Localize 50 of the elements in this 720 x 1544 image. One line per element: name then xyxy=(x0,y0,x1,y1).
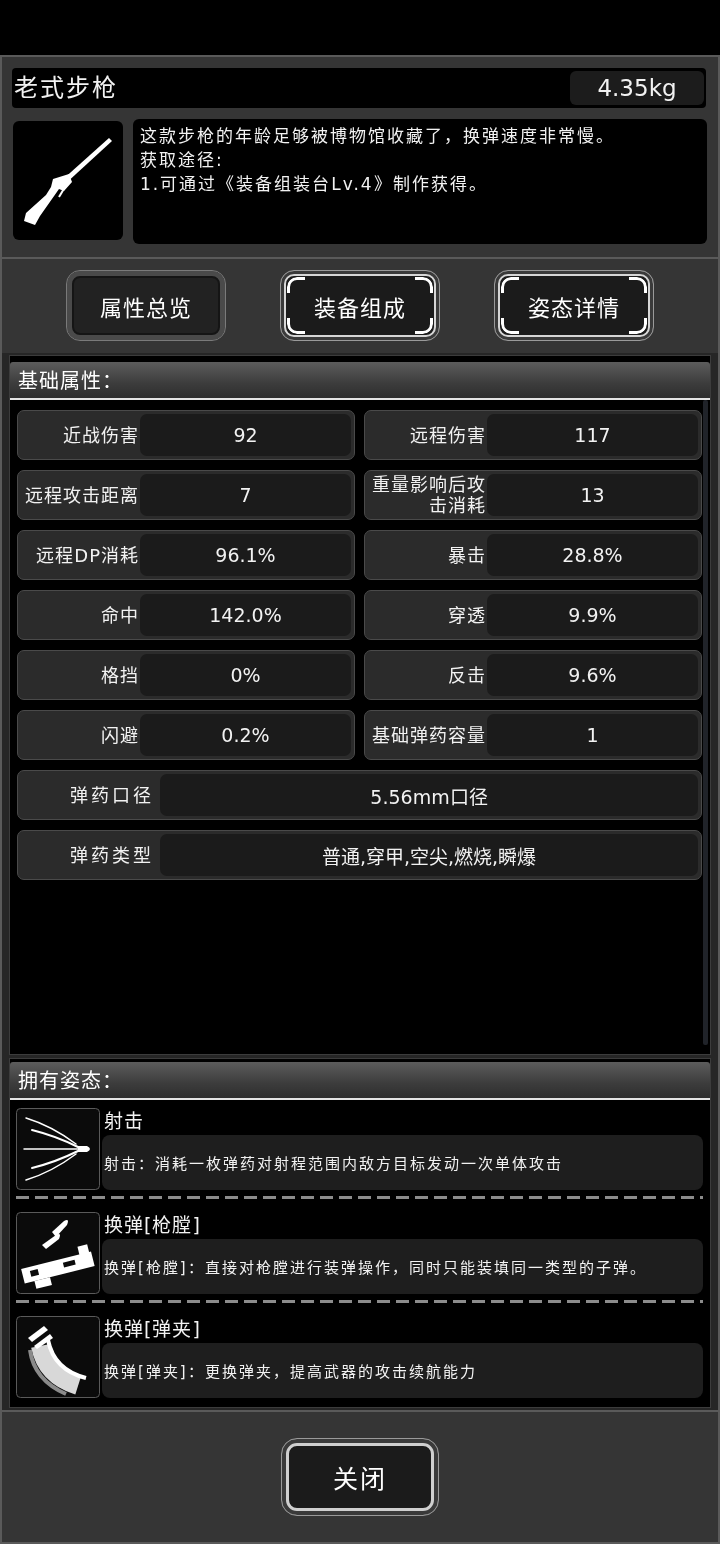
description-text: 1.可通过《装备组装台Lv.4》制作获得。 xyxy=(140,173,489,196)
description-text: 获取途径: xyxy=(140,149,225,172)
stat-value: 9.6% xyxy=(487,654,698,696)
tab[interactable]: 属性总览 xyxy=(66,270,226,341)
item-name: 老式步枪 xyxy=(14,73,118,103)
weight-value: 4.35kg xyxy=(570,71,704,105)
rifle-icon xyxy=(23,136,113,225)
stat-label: 暴击 xyxy=(447,543,487,568)
scrollbar[interactable] xyxy=(703,400,708,1045)
stance-description: 射击：消耗一枚弹药对射程范围内敌方目标发动一次单体攻击 xyxy=(102,1135,703,1190)
description-text: 这款步枪的年龄足够被博物馆收藏了，换弹速度非常慢。 xyxy=(140,125,616,148)
stat-value: 142.0% xyxy=(140,594,351,636)
stance-description: 换弹[弹夹]：更换弹夹，提高武器的攻击续航能力 xyxy=(102,1343,703,1398)
section-header: 拥有姿态： xyxy=(10,1062,710,1100)
stat-label: 近战伤害 xyxy=(62,423,140,448)
stat-label: 反击 xyxy=(447,663,487,688)
stat-label: 命中 xyxy=(100,603,140,628)
stat-label: 远程伤害 xyxy=(409,423,487,448)
stat-label: 远程DP消耗 xyxy=(35,543,140,568)
stat-value: 5.56mm口径 xyxy=(160,774,698,816)
stat-value: 9.9% xyxy=(487,594,698,636)
gun-receiver-icon xyxy=(16,1212,100,1294)
stat-value: 7 xyxy=(140,474,351,516)
stat-label: 穿透 xyxy=(447,603,487,628)
bullet-streaks-icon xyxy=(16,1108,100,1190)
stat-label: 重量影响后攻击消耗 xyxy=(371,474,487,516)
stat-value: 28.8% xyxy=(487,534,698,576)
close-button[interactable]: 关闭 xyxy=(281,1438,439,1516)
stat-value: 13 xyxy=(487,474,698,516)
stat-value: 1 xyxy=(487,714,698,756)
tab[interactable]: 姿态详情 xyxy=(494,270,654,341)
stat-value: 普通,穿甲,空尖,燃烧,瞬爆 xyxy=(160,834,698,876)
section-header: 基础属性： xyxy=(10,362,710,400)
stat-label: 闪避 xyxy=(100,723,140,748)
stat-label: 弹药类型 xyxy=(69,843,155,868)
stance-name: 换弹[弹夹] xyxy=(103,1317,202,1342)
magazine-icon xyxy=(16,1316,100,1398)
stat-value: 96.1% xyxy=(140,534,351,576)
stance-name: 射击 xyxy=(103,1109,145,1134)
stat-value: 117 xyxy=(487,414,698,456)
tab[interactable]: 装备组成 xyxy=(280,270,440,341)
stat-label: 格挡 xyxy=(100,663,140,688)
stance-name: 换弹[枪膛] xyxy=(103,1213,202,1238)
stat-label: 远程攻击距离 xyxy=(24,483,140,508)
stat-value: 0.2% xyxy=(140,714,351,756)
stat-value: 92 xyxy=(140,414,351,456)
stat-label: 弹药口径 xyxy=(69,783,155,808)
stat-label: 基础弹药容量 xyxy=(371,723,487,748)
stance-description: 换弹[枪膛]：直接对枪膛进行装弹操作，同时只能装填同一类型的子弹。 xyxy=(102,1239,703,1294)
stat-value: 0% xyxy=(140,654,351,696)
